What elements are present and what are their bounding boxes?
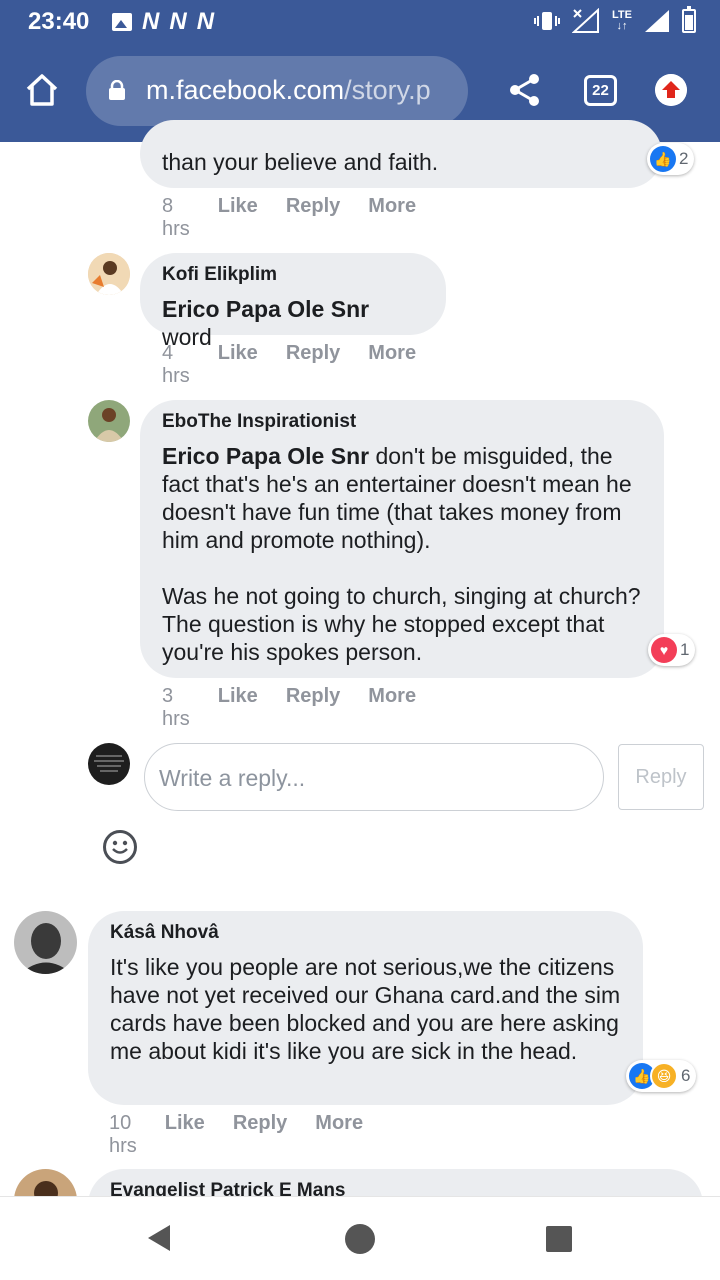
like-button[interactable]: Like (218, 195, 258, 241)
reply-button[interactable]: Reply (286, 195, 340, 241)
notification-icons: N N N (112, 10, 214, 34)
comment-bubble: than your believe and faith. (140, 120, 662, 188)
reaction-summary[interactable]: 👍 😆 6 (626, 1060, 697, 1092)
android-navigation-bar (0, 1196, 720, 1280)
update-icon[interactable] (655, 74, 687, 106)
image-icon (112, 13, 132, 31)
comment-author[interactable]: EboThe Inspirationist (162, 410, 642, 434)
n-icon: N (169, 8, 187, 35)
current-user-avatar (88, 743, 130, 785)
comment-actions: 4 hrs Like Reply More (162, 342, 416, 388)
avatar-image (14, 911, 77, 974)
lte-indicator: LTE ↓↑ (612, 9, 632, 32)
tab-switcher-button[interactable]: 22 (584, 75, 617, 106)
reply-submit-button[interactable]: Reply (618, 744, 704, 810)
signal-no-service-icon (572, 8, 600, 33)
signal-strength-icon (645, 10, 669, 32)
avatar-image (88, 743, 130, 785)
mention-link[interactable]: Erico Papa Ole Snr (162, 443, 369, 469)
like-button[interactable]: Like (218, 342, 258, 388)
like-button[interactable]: Like (218, 685, 258, 731)
like-button[interactable]: Like (165, 1112, 205, 1158)
haha-reaction-icon: 😆 (650, 1062, 678, 1090)
comment-time: 8 hrs (162, 195, 190, 240)
comment-time: 3 hrs (162, 685, 190, 730)
reaction-count: 1 (680, 640, 690, 659)
more-button[interactable]: More (368, 685, 416, 731)
comment-bubble: Kásâ Nhovâ It's like you people are not … (88, 911, 643, 1105)
reply-button[interactable]: Reply (286, 685, 340, 731)
avatar[interactable] (88, 253, 130, 295)
system-icons: LTE ↓↑ (534, 6, 696, 34)
comment-time: 10 hrs (109, 1112, 137, 1157)
more-button[interactable]: More (368, 195, 416, 241)
battery-icon (682, 6, 696, 33)
more-button[interactable]: More (315, 1112, 363, 1158)
url-domain: m.facebook.com (146, 75, 345, 105)
comment-actions: 3 hrs Like Reply More (162, 685, 416, 731)
smiley-face (112, 840, 128, 854)
comment-text: It's like you people are not serious,we … (110, 954, 621, 1064)
recents-icon[interactable] (545, 1225, 573, 1253)
lock-icon (109, 80, 125, 100)
comment-text: Erico Papa Ole Snr don't be misguided, t… (162, 442, 642, 554)
avatar-image (88, 253, 130, 295)
comment-author[interactable]: Kofi Elikplim (162, 263, 424, 287)
reply-input[interactable] (159, 760, 579, 796)
comment-text-paragraph: Was he not going to church, singing at c… (162, 583, 641, 665)
status-time: 23:40 (28, 8, 90, 35)
reply-input-container[interactable] (144, 743, 604, 811)
back-icon[interactable] (146, 1223, 172, 1253)
comment-actions: 8 hrs Like Reply More (162, 195, 416, 241)
avatar-image (88, 400, 130, 442)
like-reaction-icon: 👍 (650, 146, 676, 172)
reply-button[interactable]: Reply (286, 342, 340, 388)
reply-button[interactable]: Reply (233, 1112, 287, 1158)
home-circle-icon[interactable] (344, 1223, 376, 1255)
home-icon[interactable] (24, 72, 60, 108)
reaction-summary[interactable]: ♥ 1 (648, 634, 696, 666)
mention-link[interactable]: Erico Papa Ole Snr (162, 296, 369, 322)
comment-actions: 10 hrs Like Reply More (109, 1112, 363, 1158)
emoji-icon[interactable] (103, 830, 137, 864)
love-reaction-icon: ♥ (651, 637, 677, 663)
reaction-summary[interactable]: 👍 2 (647, 143, 695, 175)
n-icon: N (142, 8, 160, 35)
comment-author[interactable]: Kásâ Nhovâ (110, 921, 621, 945)
vibrate-icon (534, 12, 561, 30)
comment-time: 4 hrs (162, 342, 190, 387)
network-type: LTE (612, 9, 632, 21)
url-bar[interactable]: m.facebook.com/story.p (86, 56, 468, 126)
comment-text: than your believe and faith. (162, 149, 439, 175)
more-button[interactable]: More (368, 342, 416, 388)
reaction-count: 6 (681, 1066, 691, 1085)
comment-bubble: EboThe Inspirationist Erico Papa Ole Snr… (140, 400, 664, 678)
share-icon[interactable] (508, 72, 542, 108)
n-icon: N (196, 8, 215, 35)
url-text: m.facebook.com/story.p (146, 75, 431, 106)
url-path: /story.p (344, 75, 431, 105)
avatar[interactable] (14, 911, 77, 974)
avatar[interactable] (88, 400, 130, 442)
comment-bubble: Kofi Elikplim Erico Papa Ole Snr word (140, 253, 446, 350)
reaction-count: 2 (679, 149, 689, 168)
status-bar: 23:40 N N N LTE ↓↑ (0, 0, 720, 44)
